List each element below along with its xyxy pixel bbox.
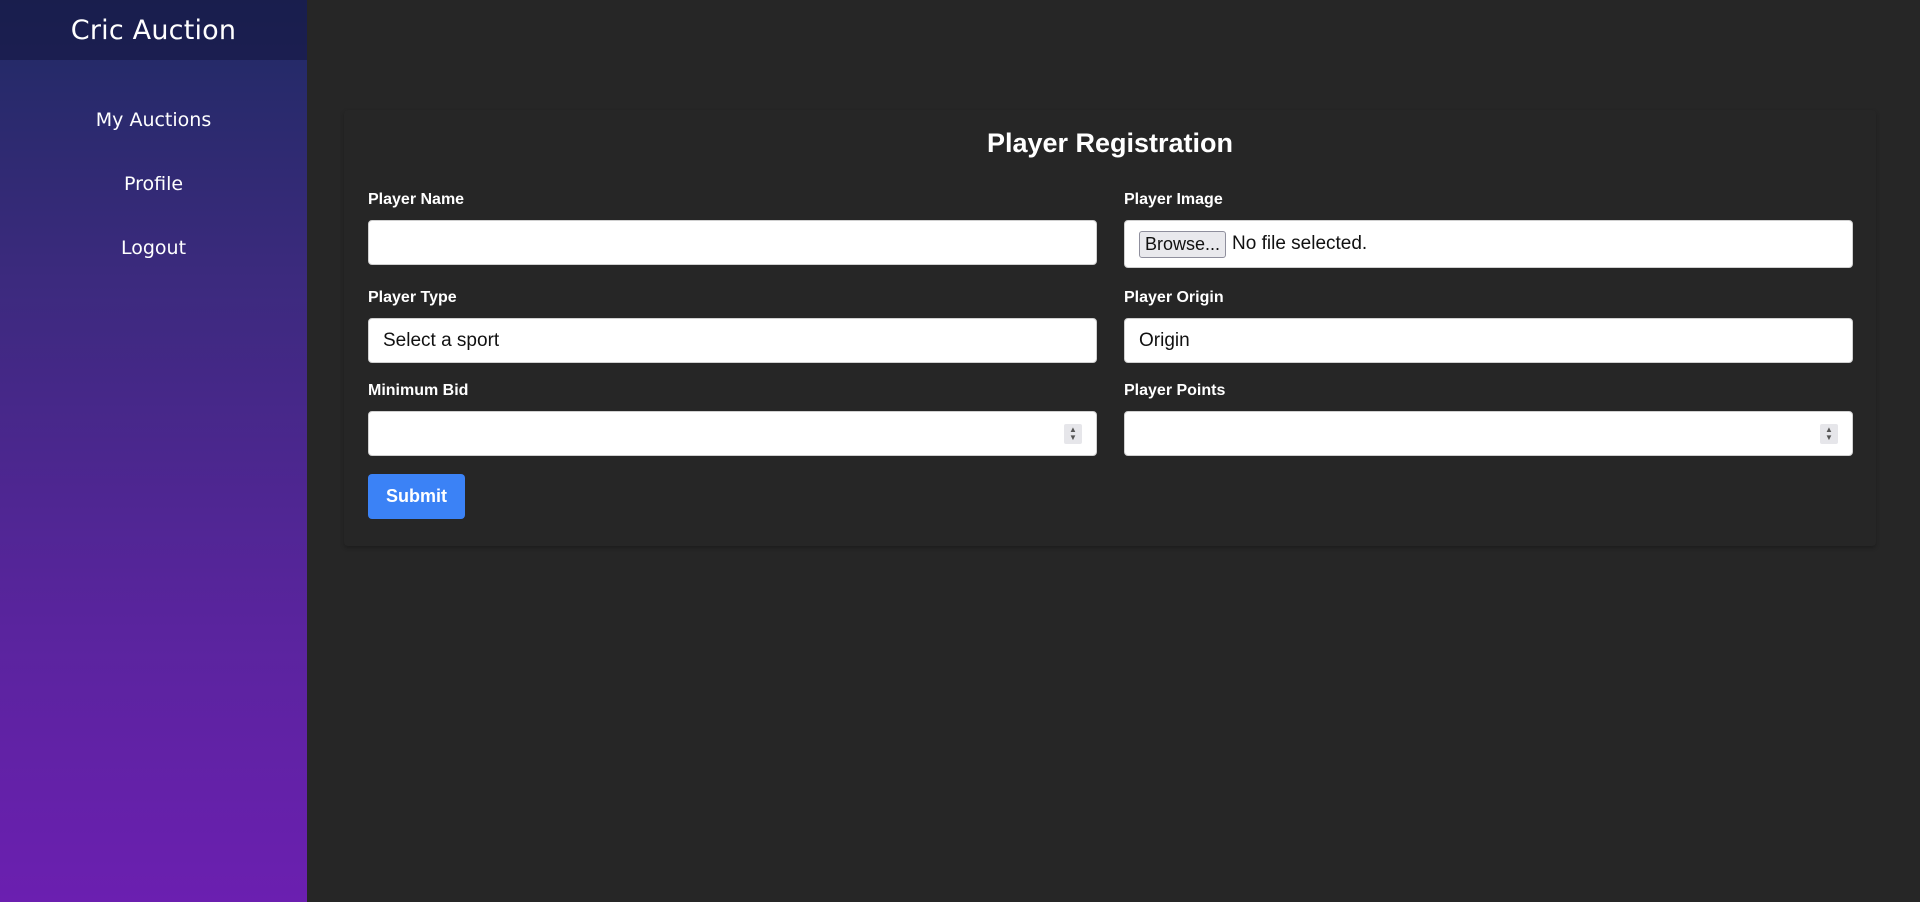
brand-title: Cric Auction: [0, 0, 307, 60]
player-name-input[interactable]: [368, 220, 1097, 265]
page-title: Player Registration: [986, 128, 1234, 158]
player-points-field: Player Points ▲ ▼: [1124, 381, 1853, 456]
player-type-field: Player Type Select a sport: [368, 288, 1097, 363]
player-image-field: Player Image Browse... No file selected.: [1124, 190, 1853, 268]
main-content: Player Registration Player Name Player I…: [307, 0, 1920, 902]
player-points-label: Player Points: [1124, 382, 1226, 399]
sidebar-item-logout[interactable]: Logout: [0, 234, 307, 298]
minimum-bid-field: Minimum Bid ▲ ▼: [368, 381, 1097, 456]
browse-button[interactable]: Browse...: [1139, 230, 1227, 258]
spinner-down-icon: ▼: [1069, 432, 1077, 442]
player-name-field: Player Name: [368, 190, 1097, 265]
player-image-label: Player Image: [1124, 191, 1223, 208]
player-points-input[interactable]: ▲ ▼: [1124, 411, 1853, 456]
sidebar-item-profile[interactable]: Profile: [0, 170, 307, 234]
minimum-bid-input[interactable]: ▲ ▼: [368, 411, 1097, 456]
sidebar: Cric Auction My Auctions Profile Logout: [0, 0, 307, 902]
player-type-selected: Select a sport: [383, 329, 500, 351]
spinner-down-icon: ▼: [1825, 432, 1833, 442]
player-type-select[interactable]: Select a sport: [368, 318, 1097, 363]
registration-card: Player Registration Player Name Player I…: [344, 110, 1876, 546]
sidebar-item-my-auctions[interactable]: My Auctions: [0, 106, 307, 170]
player-points-spinner[interactable]: ▲ ▼: [1820, 423, 1838, 444]
player-image-input[interactable]: Browse... No file selected.: [1124, 220, 1853, 268]
file-status: No file selected.: [1232, 233, 1368, 254]
sidebar-nav: My Auctions Profile Logout: [0, 106, 307, 298]
player-name-label: Player Name: [368, 191, 465, 208]
app: Cric Auction My Auctions Profile Logout …: [0, 0, 1920, 902]
player-origin-field: Player Origin Origin: [1124, 288, 1853, 363]
submit-button[interactable]: Submit: [368, 474, 465, 519]
player-type-label: Player Type: [368, 289, 457, 306]
minimum-bid-spinner[interactable]: ▲ ▼: [1064, 423, 1082, 444]
minimum-bid-label: Minimum Bid: [368, 382, 469, 399]
player-origin-label: Player Origin: [1124, 289, 1224, 306]
player-origin-placeholder: Origin: [1139, 329, 1190, 351]
player-origin-input[interactable]: Origin: [1124, 318, 1853, 363]
